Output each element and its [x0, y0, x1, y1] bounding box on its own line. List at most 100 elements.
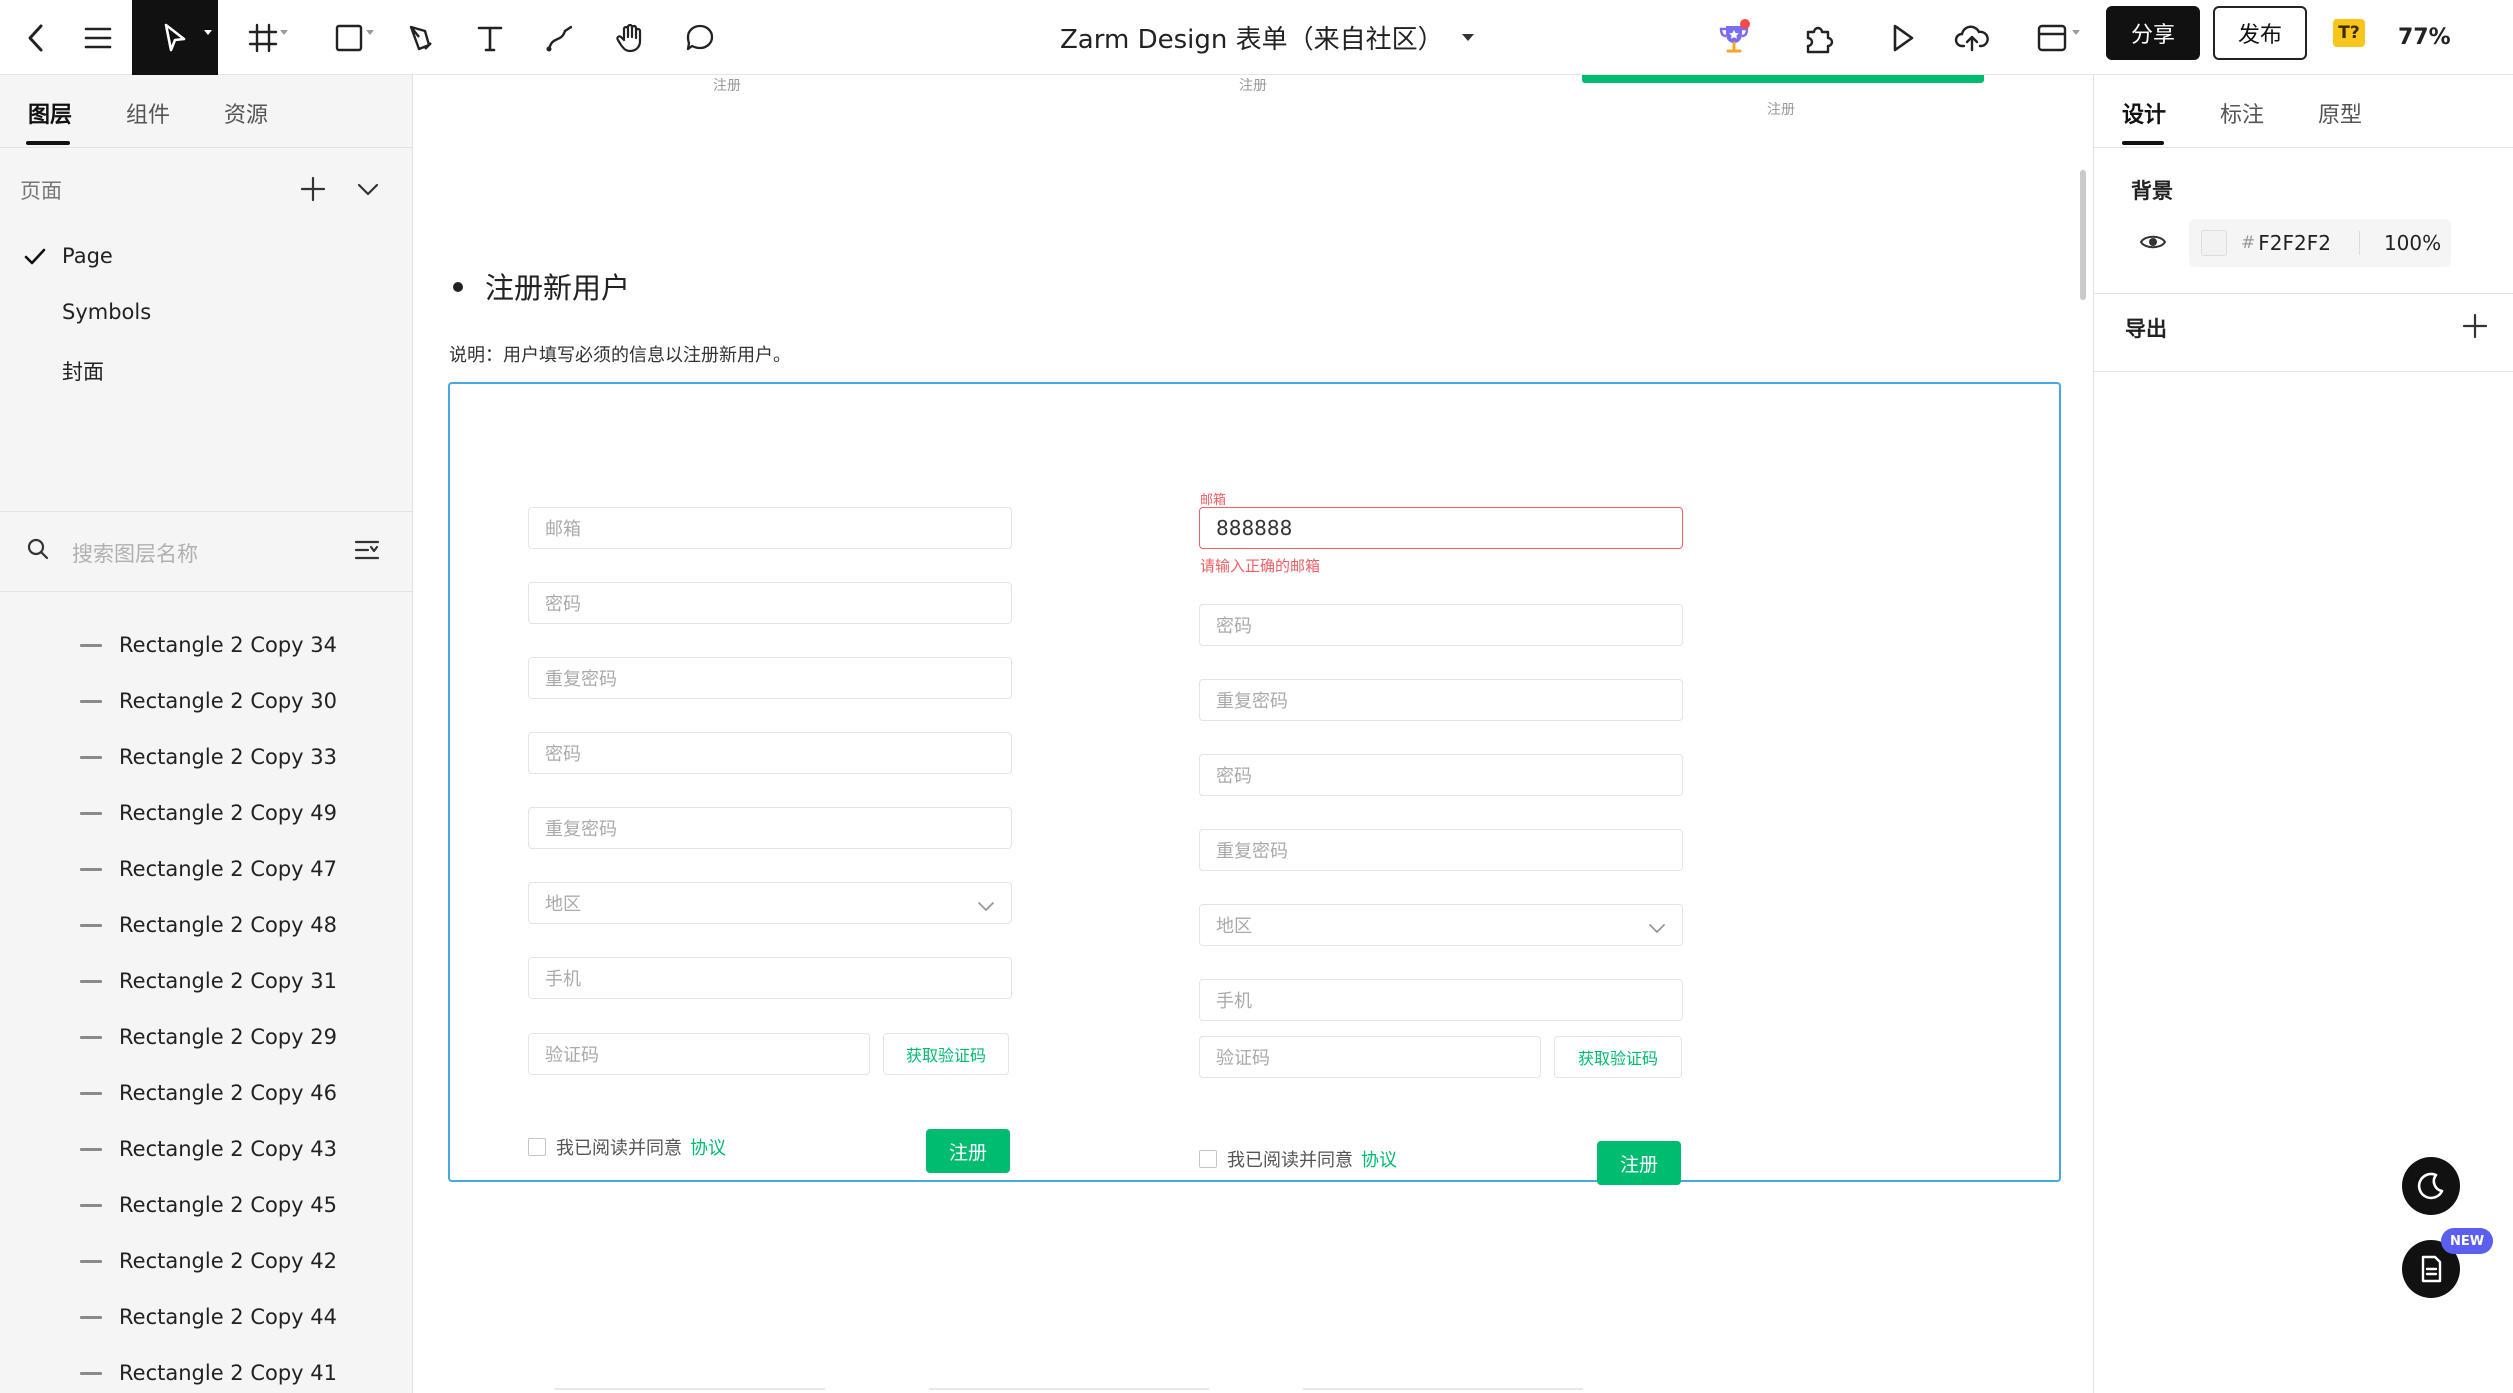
tab-components[interactable]: 组件 [126, 97, 170, 129]
layer-item[interactable]: Rectangle 2 Copy 31 [0, 953, 413, 1009]
right-form-field[interactable]: 密码 [1199, 754, 1683, 796]
back-button[interactable] [8, 0, 64, 75]
layer-item[interactable]: Rectangle 2 Copy 44 [0, 1289, 413, 1345]
design-canvas[interactable]: 注册 注册 注册 注册新用户 说明：用户填写必须的信息以注册新用户。 邮箱 密码重… [413, 75, 2093, 1393]
page-item-cover[interactable]: 封面 [62, 356, 104, 386]
email-input-error[interactable]: 888888 [1199, 507, 1683, 549]
add-export-button[interactable] [2462, 313, 2488, 343]
page-item-page[interactable]: Page [62, 244, 113, 268]
code-input[interactable]: 验证码 [528, 1033, 870, 1075]
left-panel: 图层 组件 资源 页面 Page Symbols 封面 搜索图层名称 Recta… [0, 75, 413, 1393]
layer-item[interactable]: Rectangle 2 Copy 49 [0, 785, 413, 841]
layer-item-label: Rectangle 2 Copy 46 [119, 1081, 337, 1105]
add-page-button[interactable] [300, 176, 326, 206]
layer-item-label: Rectangle 2 Copy 34 [119, 633, 337, 657]
document-title[interactable]: Zarm Design 表单（来自社区） [1060, 0, 1474, 75]
path-curve-icon [546, 25, 573, 51]
form-field[interactable]: 密码 [528, 582, 1012, 624]
publish-button[interactable]: 发布 [2213, 6, 2307, 60]
divider [0, 147, 413, 148]
agreement-link[interactable]: 协议 [690, 1134, 726, 1160]
play-icon [1893, 24, 1914, 51]
layer-filter-button[interactable] [354, 538, 380, 566]
shape-tool-button[interactable] [318, 0, 380, 75]
bullet-dot [453, 282, 463, 292]
cloud-upload-icon [1954, 25, 1989, 51]
active-tab-indicator [26, 141, 70, 145]
trophy-button[interactable] [1708, 0, 1760, 75]
layer-item[interactable]: Rectangle 2 Copy 29 [0, 1009, 413, 1065]
layer-item[interactable]: Rectangle 2 Copy 46 [0, 1065, 413, 1121]
rectangle-layer-icon [80, 1092, 102, 1095]
color-swatch[interactable] [2201, 230, 2227, 256]
field-placeholder: 密码 [545, 594, 581, 615]
tab-layers[interactable]: 图层 [28, 97, 72, 129]
tab-design[interactable]: 设计 [2122, 97, 2166, 129]
form-field[interactable]: 密码 [528, 732, 1012, 774]
layer-item[interactable]: Rectangle 2 Copy 41 [0, 1345, 413, 1393]
share-button[interactable]: 分享 [2106, 6, 2200, 60]
layer-search-input[interactable]: 搜索图层名称 [72, 538, 198, 568]
hand-tool-button[interactable] [606, 0, 654, 75]
agree-checkbox[interactable] [528, 1138, 546, 1156]
form-artboard-frame[interactable]: 邮箱 密码 重复密码 密码 重复密码 地区 手机 验证码 获取验证码 我已阅读并同意 协议 … [448, 382, 2061, 1185]
right-form-field[interactable]: 重复密码 [1199, 679, 1683, 721]
divider [2094, 371, 2513, 372]
layer-item[interactable]: Rectangle 2 Copy 34 [0, 617, 413, 673]
path-tool-button[interactable] [538, 0, 582, 75]
get-code-button[interactable]: 获取验证码 [883, 1033, 1009, 1075]
layer-item[interactable]: Rectangle 2 Copy 43 [0, 1121, 413, 1177]
tab-prototype[interactable]: 原型 [2318, 97, 2362, 129]
tab-annotate[interactable]: 标注 [2220, 97, 2264, 129]
layer-item[interactable]: Rectangle 2 Copy 33 [0, 729, 413, 785]
upload-button[interactable] [1946, 0, 1998, 75]
code-input-right[interactable]: 验证码 [1199, 1036, 1541, 1078]
tab-assets[interactable]: 资源 [224, 97, 268, 129]
layer-item[interactable]: Rectangle 2 Copy 47 [0, 841, 413, 897]
form-field[interactable]: 邮箱 [528, 507, 1012, 549]
toggle-visibility-button[interactable] [2139, 232, 2167, 256]
select-chevron [977, 897, 995, 918]
layout-panel-icon [2037, 24, 2067, 51]
rectangle-layer-icon [80, 756, 102, 759]
select-tool-button[interactable] [132, 0, 218, 75]
main-menu-button[interactable] [72, 0, 124, 75]
frame-tool-button[interactable] [232, 0, 294, 75]
hex-value[interactable]: F2F2F2 [2258, 231, 2331, 255]
right-form-field[interactable]: 手机 [1199, 979, 1683, 1021]
background-color-field[interactable]: # F2F2F2 100% [2189, 219, 2451, 267]
region-select[interactable]: 地区 [528, 882, 1012, 924]
email-error-message: 请输入正确的邮箱 [1200, 557, 1321, 575]
form-field[interactable]: 重复密码 [528, 657, 1012, 699]
right-form-field[interactable]: 重复密码 [1199, 829, 1683, 871]
dark-mode-toggle-button[interactable] [2402, 1157, 2460, 1215]
layout-view-button[interactable] [2018, 0, 2086, 75]
page-item-symbols[interactable]: Symbols [62, 300, 151, 324]
get-code-button-right[interactable]: 获取验证码 [1554, 1036, 1682, 1078]
layer-item[interactable]: Rectangle 2 Copy 48 [0, 897, 413, 953]
right-region-select[interactable]: 地区 [1199, 904, 1683, 946]
agreement-link-right[interactable]: 协议 [1361, 1146, 1397, 1172]
collapse-pages-button[interactable] [356, 179, 380, 203]
register-submit-button-right[interactable]: 注册 [1597, 1141, 1681, 1185]
preview-play-button[interactable] [1876, 0, 1928, 75]
opacity-value[interactable]: 100% [2384, 231, 2441, 255]
form-field[interactable]: 手机 [528, 957, 1012, 999]
layer-item[interactable]: Rectangle 2 Copy 30 [0, 673, 413, 729]
right-form-field[interactable]: 密码 [1199, 604, 1683, 646]
comment-tool-button[interactable] [676, 0, 724, 75]
active-tab-indicator [2122, 141, 2164, 145]
form-field[interactable]: 重复密码 [528, 807, 1012, 849]
agree-checkbox-row[interactable]: 我已阅读并同意 协议 [528, 1134, 726, 1160]
agree-checkbox-right[interactable] [1199, 1150, 1217, 1168]
text-tool-button[interactable] [468, 0, 512, 75]
plugins-button[interactable] [1792, 0, 1844, 75]
pen-tool-button[interactable] [398, 0, 442, 75]
layer-item[interactable]: Rectangle 2 Copy 42 [0, 1233, 413, 1289]
register-submit-button[interactable]: 注册 [926, 1129, 1010, 1173]
zoom-level[interactable]: 77% [2398, 0, 2451, 75]
canvas-vertical-scrollbar[interactable] [2080, 170, 2086, 300]
agree-checkbox-row-right[interactable]: 我已阅读并同意 协议 [1199, 1146, 1397, 1172]
user-badge[interactable]: T? [2333, 19, 2365, 47]
layer-item[interactable]: Rectangle 2 Copy 45 [0, 1177, 413, 1233]
